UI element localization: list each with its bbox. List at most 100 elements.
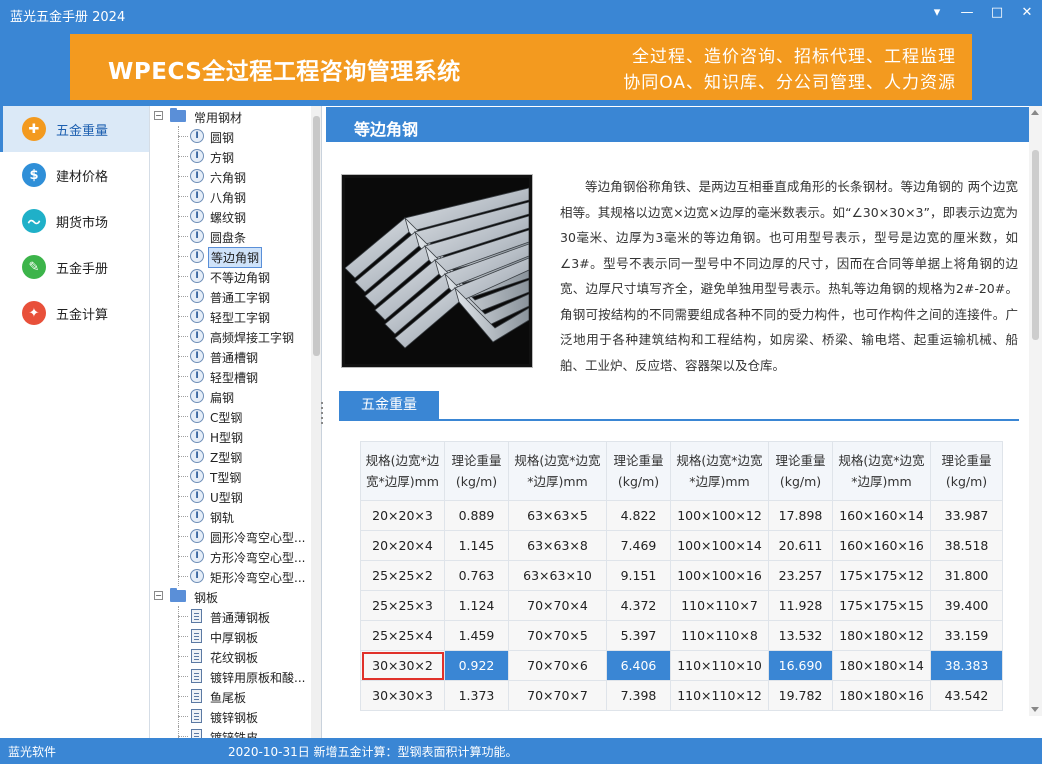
weight-cell[interactable]: 43.542 <box>930 680 1003 711</box>
weight-cell[interactable]: 9.151 <box>606 560 671 591</box>
collapse-toggle-icon[interactable]: − <box>154 111 163 120</box>
table-row[interactable]: 30×30×2 0.922 70×70×6 6.406 110×110×10 16.690… <box>360 650 1003 681</box>
table-row[interactable]: 20×20×4 1.145 63×63×8 7.469 100×100×14 20.611… <box>360 530 1003 561</box>
weight-cell[interactable]: 16.690 <box>768 650 833 681</box>
spec-cell[interactable]: 160×160×16 <box>832 530 931 561</box>
nav-item-0[interactable]: ✚ 五金重量 <box>0 106 149 152</box>
weight-cell[interactable]: 1.124 <box>444 590 509 621</box>
maximize-button[interactable]: □ <box>982 0 1012 24</box>
table-row[interactable]: 30×30×3 1.373 70×70×7 7.398 110×110×12 19.782… <box>360 680 1003 711</box>
tree-item[interactable]: I 圆盘条 <box>150 226 310 246</box>
weight-cell[interactable]: 4.372 <box>606 590 671 621</box>
nav-item-4[interactable]: ✦ 五金计算 <box>0 290 149 336</box>
spec-cell[interactable]: 100×100×16 <box>670 560 769 591</box>
spec-cell[interactable]: 175×175×15 <box>832 590 931 621</box>
tree-item[interactable]: I 普通工字钢 <box>150 286 310 306</box>
spec-cell[interactable]: 30×30×2 <box>360 650 445 681</box>
tree-item[interactable]: I 高频焊接工字钢 <box>150 326 310 346</box>
weight-cell[interactable]: 33.987 <box>930 500 1003 531</box>
tree-item[interactable]: I 方钢 <box>150 146 310 166</box>
table-row[interactable]: 20×20×3 0.889 63×63×5 4.822 100×100×12 17.898… <box>360 500 1003 531</box>
tree-item[interactable]: 中厚钢板 <box>150 626 310 646</box>
tree-item[interactable]: I 方形冷弯空心型... <box>150 546 310 566</box>
tree-item[interactable]: I 螺纹钢 <box>150 206 310 226</box>
tree-item[interactable]: I U型钢 <box>150 486 310 506</box>
tree-item[interactable]: I 轻型槽钢 <box>150 366 310 386</box>
tree-item[interactable]: I 六角钢 <box>150 166 310 186</box>
spec-cell[interactable]: 20×20×4 <box>360 530 445 561</box>
tree-item[interactable]: I 圆钢 <box>150 126 310 146</box>
spec-cell[interactable]: 175×175×12 <box>832 560 931 591</box>
spec-cell[interactable]: 180×180×14 <box>832 650 931 681</box>
dropdown-menu-button[interactable]: ▾ <box>922 0 952 24</box>
content-scroll-thumb[interactable] <box>1032 150 1039 340</box>
content-scrollbar[interactable] <box>1029 106 1042 716</box>
weight-cell[interactable]: 1.459 <box>444 620 509 651</box>
weight-cell[interactable]: 19.782 <box>768 680 833 711</box>
spec-cell[interactable]: 70×70×7 <box>508 680 607 711</box>
spec-cell[interactable]: 63×63×10 <box>508 560 607 591</box>
tree-item[interactable]: I 轻型工字钢 <box>150 306 310 326</box>
weight-cell[interactable]: 4.822 <box>606 500 671 531</box>
weight-cell[interactable]: 13.532 <box>768 620 833 651</box>
tree-item[interactable]: I 普通槽钢 <box>150 346 310 366</box>
spec-cell[interactable]: 25×25×3 <box>360 590 445 621</box>
collapse-toggle-icon[interactable]: − <box>154 591 163 600</box>
weight-cell[interactable]: 1.373 <box>444 680 509 711</box>
spec-cell[interactable]: 110×110×12 <box>670 680 769 711</box>
table-row[interactable]: 25×25×4 1.459 70×70×5 5.397 110×110×8 13.532 1… <box>360 620 1003 651</box>
spec-cell[interactable]: 63×63×8 <box>508 530 607 561</box>
scroll-up-arrow-icon[interactable] <box>1031 110 1039 115</box>
weight-cell[interactable]: 0.763 <box>444 560 509 591</box>
spec-cell[interactable]: 100×100×14 <box>670 530 769 561</box>
tree-item[interactable]: I 矩形冷弯空心型... <box>150 566 310 586</box>
table-row[interactable]: 25×25×3 1.124 70×70×4 4.372 110×110×7 11.928 1… <box>360 590 1003 621</box>
weight-cell[interactable]: 20.611 <box>768 530 833 561</box>
spec-cell[interactable]: 160×160×14 <box>832 500 931 531</box>
tree-item[interactable]: I 不等边角钢 <box>150 266 310 286</box>
tree-item[interactable]: 花纹钢板 <box>150 646 310 666</box>
spec-cell[interactable]: 30×30×3 <box>360 680 445 711</box>
spec-cell[interactable]: 100×100×12 <box>670 500 769 531</box>
spec-cell[interactable]: 180×180×16 <box>832 680 931 711</box>
weight-cell[interactable]: 38.518 <box>930 530 1003 561</box>
weight-cell[interactable]: 33.159 <box>930 620 1003 651</box>
spec-cell[interactable]: 110×110×10 <box>670 650 769 681</box>
nav-item-1[interactable]: $ 建材价格 <box>0 152 149 198</box>
tree-item[interactable]: I 圆形冷弯空心型... <box>150 526 310 546</box>
close-button[interactable]: ✕ <box>1012 0 1042 24</box>
tree-category-0[interactable]: − 常用钢材 <box>150 106 310 126</box>
tree-item[interactable]: I T型钢 <box>150 466 310 486</box>
spec-cell[interactable]: 70×70×5 <box>508 620 607 651</box>
spec-cell[interactable]: 63×63×5 <box>508 500 607 531</box>
tree-scroll-thumb[interactable] <box>313 116 320 356</box>
weight-cell[interactable]: 0.889 <box>444 500 509 531</box>
weight-cell[interactable]: 38.383 <box>930 650 1003 681</box>
tree-item[interactable]: 镀锌用原板和酸... <box>150 666 310 686</box>
spec-cell[interactable]: 70×70×6 <box>508 650 607 681</box>
nav-item-2[interactable]: 〜期货市场 <box>0 198 149 244</box>
weight-cell[interactable]: 0.922 <box>444 650 509 681</box>
tree-item[interactable]: I H型钢 <box>150 426 310 446</box>
weight-cell[interactable]: 6.406 <box>606 650 671 681</box>
spec-cell[interactable]: 110×110×7 <box>670 590 769 621</box>
tree-item[interactable]: 镀锌钢板 <box>150 706 310 726</box>
tree-item[interactable]: I 扁钢 <box>150 386 310 406</box>
tab-hardware-weight[interactable]: 五金重量 <box>339 391 439 421</box>
tree-item[interactable]: 普通薄钢板 <box>150 606 310 626</box>
ad-banner[interactable]: WPECS全过程工程咨询管理系统 全过程、造价咨询、招标代理、工程监理 协同OA… <box>70 34 972 100</box>
tree-item[interactable]: 鱼尾板 <box>150 686 310 706</box>
minimize-button[interactable]: — <box>952 0 982 24</box>
tree-category-1[interactable]: − 钢板 <box>150 586 310 606</box>
tree-item[interactable]: 镀锌铁皮 <box>150 726 310 738</box>
weight-cell[interactable]: 5.397 <box>606 620 671 651</box>
weight-cell[interactable]: 39.400 <box>930 590 1003 621</box>
scroll-down-arrow-icon[interactable] <box>1031 707 1039 712</box>
weight-cell[interactable]: 11.928 <box>768 590 833 621</box>
weight-cell[interactable]: 17.898 <box>768 500 833 531</box>
tree-item[interactable]: I 等边角钢 <box>150 246 310 268</box>
weight-cell[interactable]: 7.469 <box>606 530 671 561</box>
tree-item[interactable]: I 八角钢 <box>150 186 310 206</box>
weight-cell[interactable]: 1.145 <box>444 530 509 561</box>
spec-cell[interactable]: 70×70×4 <box>508 590 607 621</box>
